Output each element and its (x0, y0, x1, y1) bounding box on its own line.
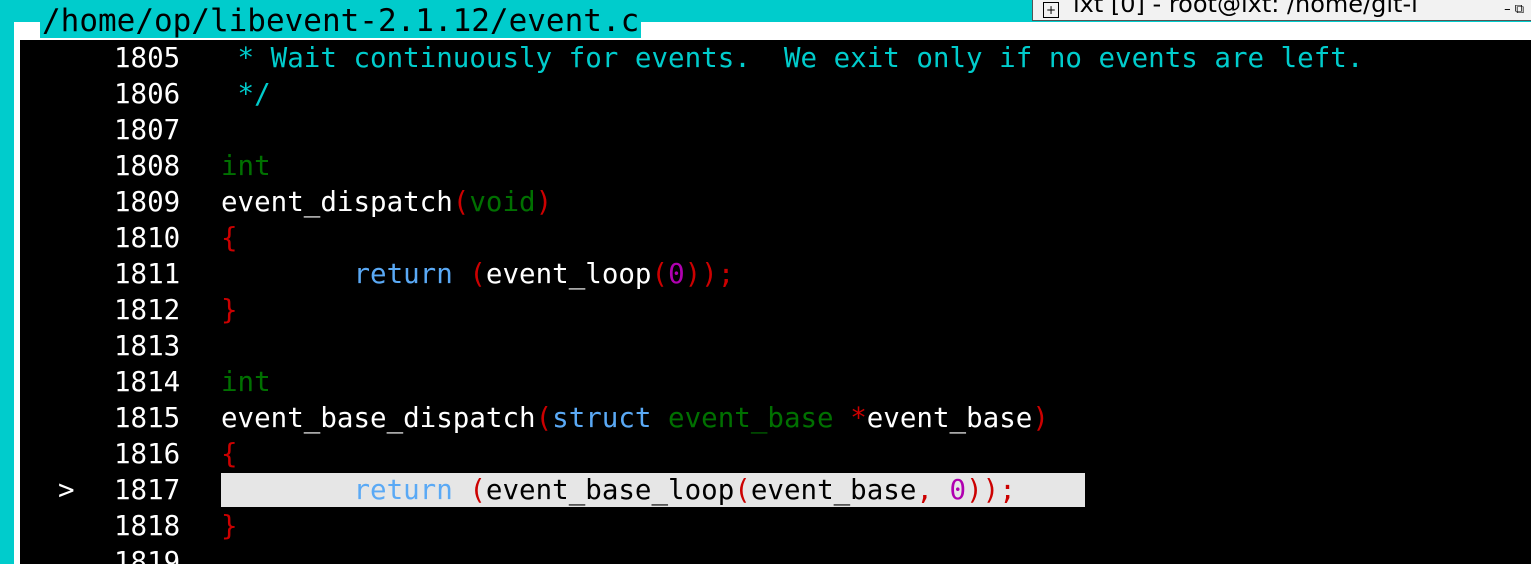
source-text: event_dispatch(void) (221, 184, 552, 220)
code-line[interactable]: 1811 return (event_loop(0)); (20, 256, 1531, 292)
source-text: } (221, 508, 238, 544)
code-token: ( (469, 474, 486, 506)
line-number: 1809 (114, 186, 181, 218)
line-number: 1808 (114, 150, 181, 182)
line-number: 1818 (114, 510, 181, 542)
code-token: } (221, 510, 238, 542)
current-line-marker: > (58, 474, 75, 506)
source-text: * Wait continuously for events. We exit … (221, 40, 1364, 76)
source-text: { (221, 220, 238, 256)
code-line[interactable]: 1814 int (20, 364, 1531, 400)
code-token: ( (452, 186, 470, 218)
code-token: int (221, 150, 271, 182)
line-number: 1811 (114, 258, 181, 290)
line-number: 1807 (114, 114, 181, 146)
source-file-title: /home/op/libevent-2.1.12/event.c (40, 3, 642, 39)
line-number: 1812 (114, 294, 181, 326)
code-token: void (469, 186, 536, 218)
line-number: 1815 (114, 402, 181, 434)
line-number: 1813 (114, 330, 181, 362)
code-token: 0 (949, 474, 967, 506)
code-token: return (353, 474, 453, 506)
code-token: event_base_loop (485, 474, 735, 506)
code-line[interactable]: 1813 (20, 328, 1531, 364)
code-token: event_base (750, 474, 917, 506)
code-token: event_dispatch (221, 186, 453, 218)
code-token: event_base_dispatch (221, 402, 536, 434)
line-number: 1806 (114, 78, 181, 110)
line-number: 1819 (114, 546, 181, 564)
code-token: { (221, 222, 238, 254)
code-token: ) (1032, 402, 1049, 434)
source-text: return (event_loop(0)); (221, 256, 734, 292)
line-number: 1817 (114, 474, 181, 506)
code-token: ( (535, 402, 553, 434)
code-line[interactable]: 1816 { (20, 436, 1531, 472)
code-token: 0 (668, 258, 685, 290)
code-token: * Wait continuously for events. We exit … (221, 42, 1364, 74)
code-token: ( (469, 258, 486, 290)
code-line[interactable]: 1809 event_dispatch(void) (20, 184, 1531, 220)
window-controls[interactable]: – ⧉ (1504, 0, 1524, 20)
code-line[interactable]: 1808 int (20, 148, 1531, 184)
code-token: int (221, 366, 271, 398)
code-line[interactable]: 1819 (20, 544, 1531, 564)
line-number: 1814 (114, 366, 181, 398)
source-text: int (221, 364, 271, 400)
current-code-line[interactable]: >1817 return (event_base_loop(event_base… (20, 472, 1531, 508)
source-code-view[interactable]: 1805 * Wait continuously for events. We … (20, 40, 1531, 564)
terminal-tab-window[interactable]: + lxt [0] - root@lxt: /home/git-i – ⧉ (1032, 0, 1531, 21)
code-token: return (353, 258, 453, 290)
code-line[interactable]: 1810 { (20, 220, 1531, 256)
code-token: )); (684, 258, 735, 290)
code-token: * (850, 402, 867, 434)
code-token: , (916, 474, 950, 506)
code-token: event_loop (485, 258, 652, 290)
source-text: event_base_dispatch(struct event_base *e… (221, 400, 1049, 436)
code-token: event_base (668, 402, 834, 434)
code-token: struct (552, 402, 652, 434)
line-number: 1805 (114, 42, 181, 74)
code-token: ( (651, 258, 669, 290)
source-text: } (221, 292, 238, 328)
source-text: int (221, 148, 271, 184)
code-line[interactable]: 1815 event_base_dispatch(struct event_bas… (20, 400, 1531, 436)
code-token: event_base (866, 402, 1033, 434)
code-token: ) (535, 186, 553, 218)
code-token: ( (734, 474, 751, 506)
code-token: */ (221, 78, 271, 110)
code-line[interactable]: 1805 * Wait continuously for events. We … (20, 40, 1531, 76)
source-text: { (221, 436, 238, 472)
code-token: )); (966, 474, 1016, 506)
source-text: */ (221, 76, 271, 112)
code-line[interactable]: 1807 (20, 112, 1531, 148)
line-number: 1810 (114, 222, 181, 254)
code-line[interactable]: 1806 */ (20, 76, 1531, 112)
line-number: 1816 (114, 438, 181, 470)
code-line[interactable]: 1818} (20, 508, 1531, 544)
source-text: return (event_base_loop(event_base, 0)); (221, 472, 1016, 508)
pin-icon[interactable]: + (1043, 2, 1059, 18)
code-token: { (221, 438, 238, 470)
code-line[interactable]: 1812} (20, 292, 1531, 328)
terminal-tab-title: lxt [0] - root@lxt: /home/git-i (1073, 0, 1418, 18)
code-token: } (221, 294, 238, 326)
